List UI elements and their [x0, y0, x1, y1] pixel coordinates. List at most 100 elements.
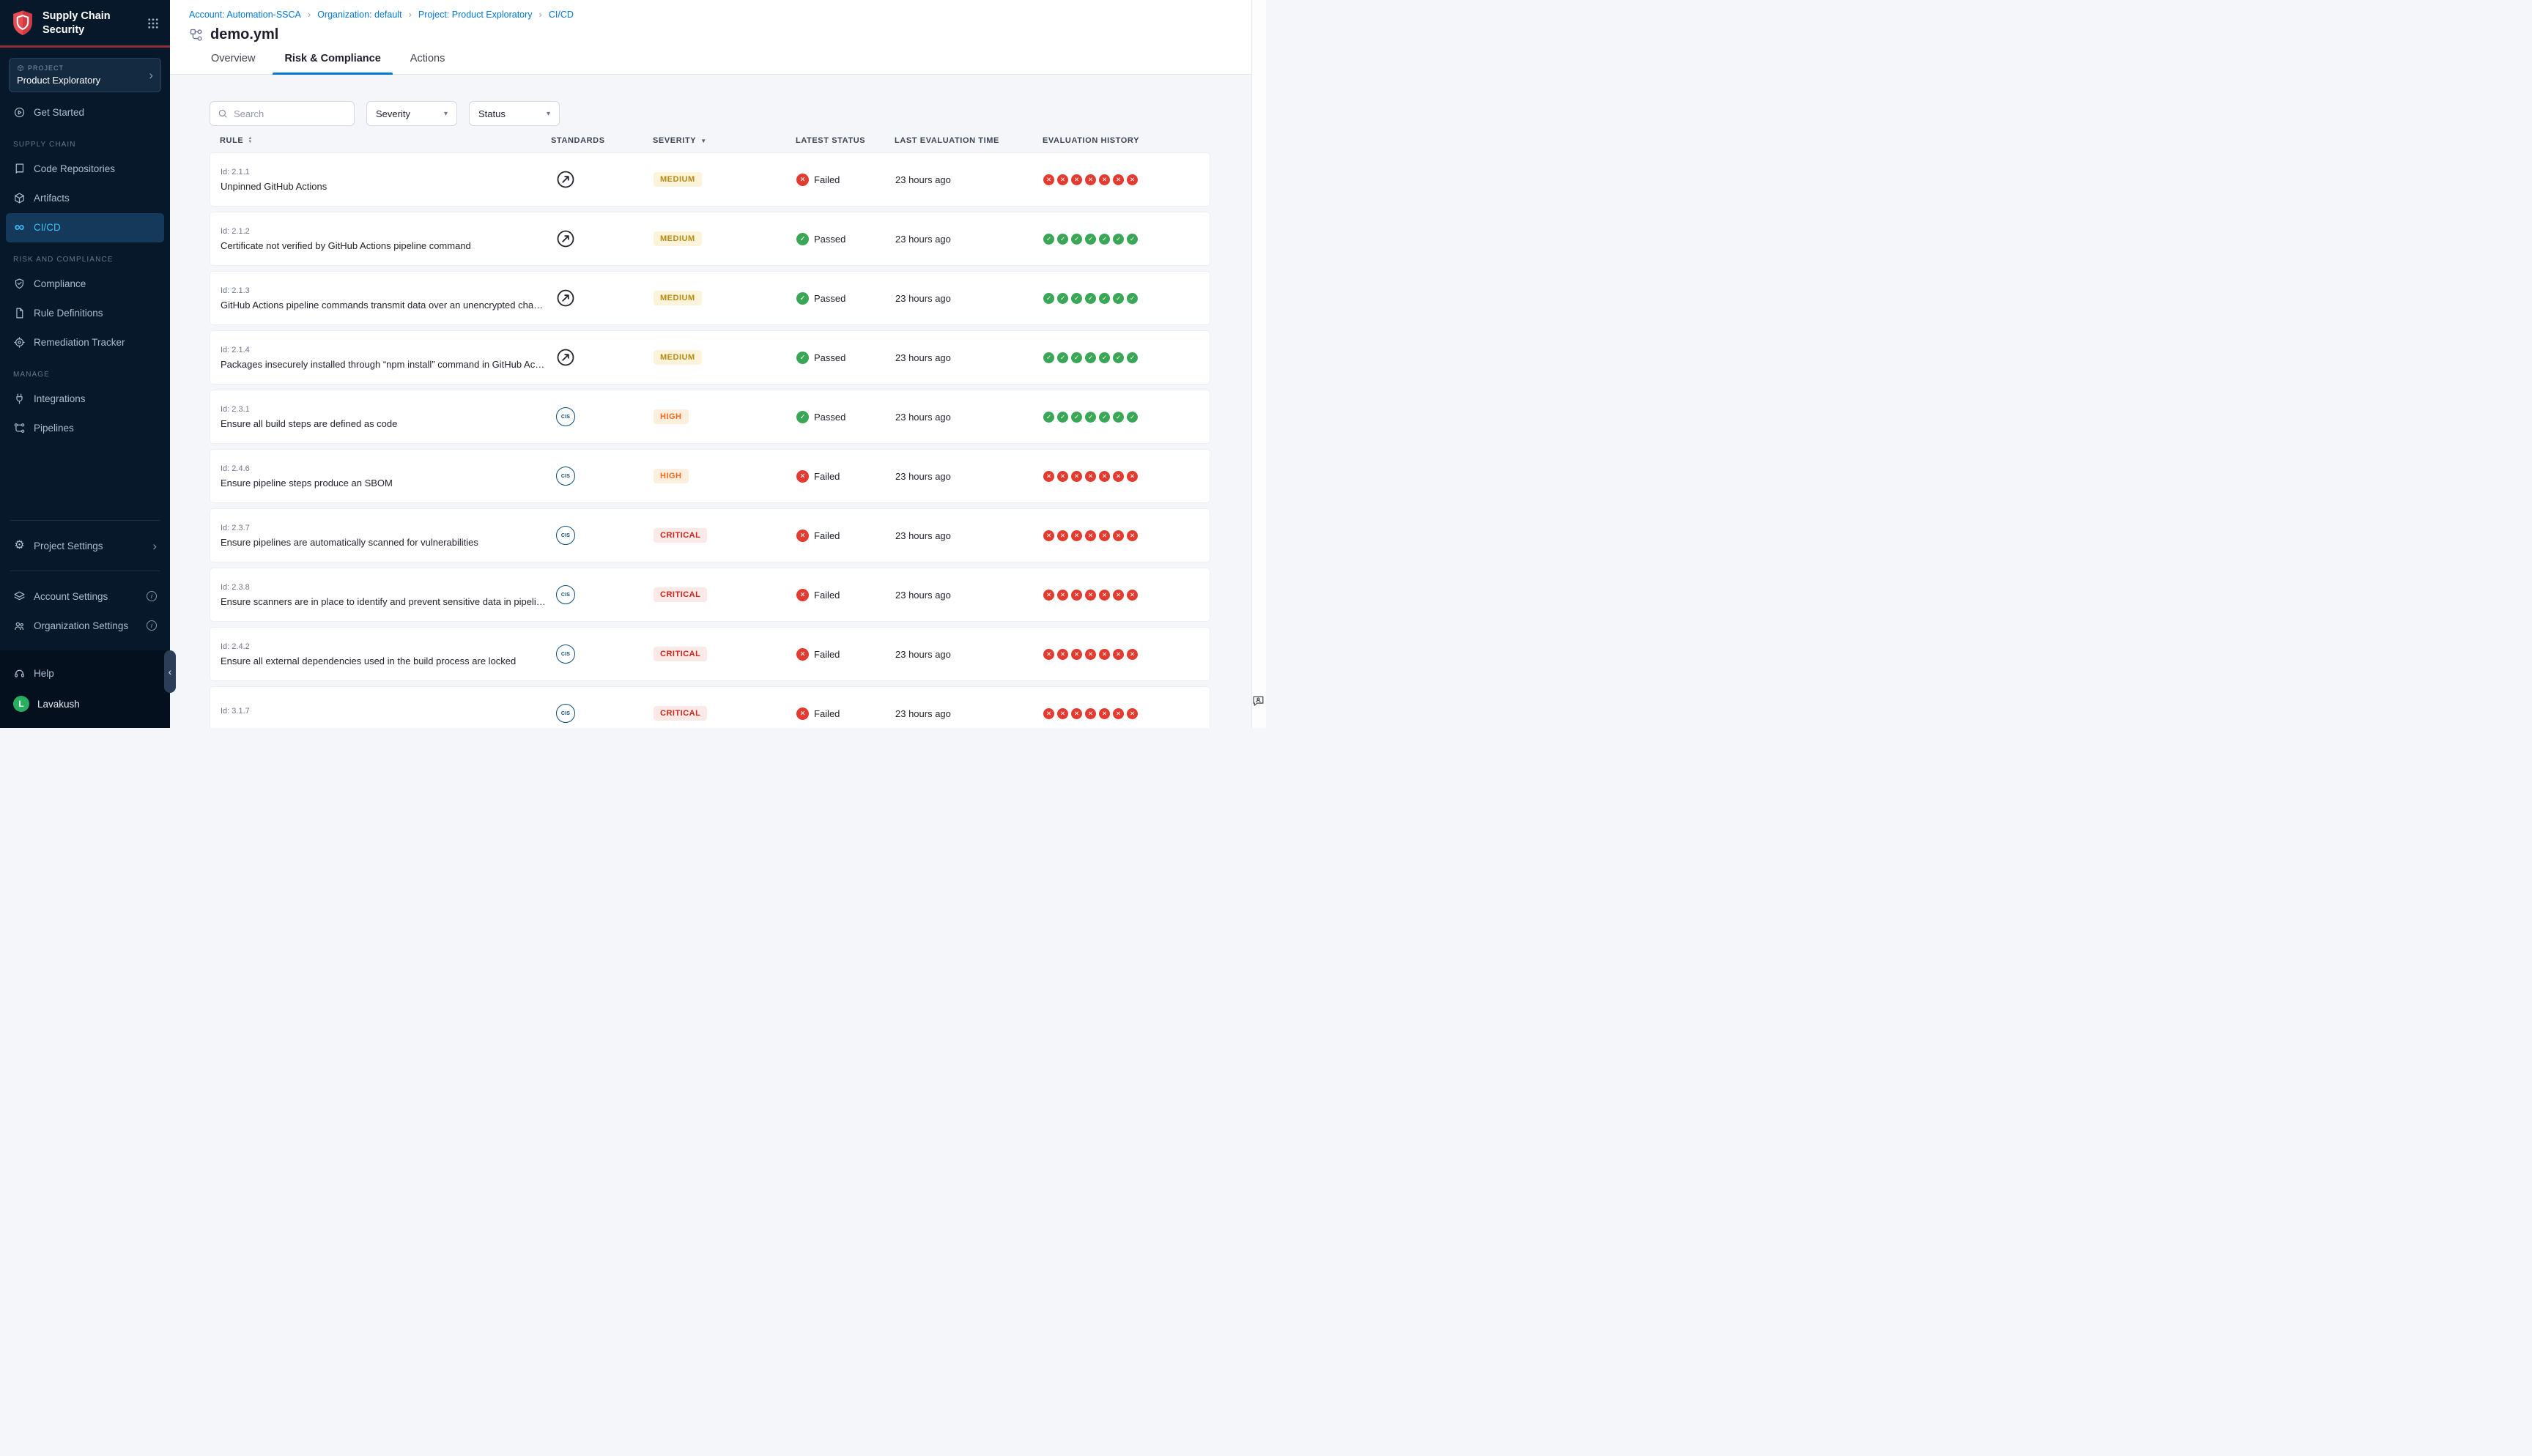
sidebar-item-compliance[interactable]: Compliance	[6, 270, 164, 299]
project-selector[interactable]: PROJECT Product Exploratory ›	[9, 58, 161, 92]
table-row[interactable]: Id: 2.3.7 Ensure pipelines are automatic…	[210, 508, 1210, 562]
passed-check-icon: ✓	[796, 233, 809, 245]
table-row[interactable]: Id: 2.4.2 Ensure all external dependenci…	[210, 627, 1210, 681]
tab-risk-and-compliance[interactable]: Risk & Compliance	[273, 53, 392, 74]
table-row[interactable]: Id: 2.1.2 Certificate not verified by Gi…	[210, 212, 1210, 266]
column-header-severity[interactable]: SEVERITY ▼	[653, 136, 796, 145]
history-fail-icon: ✕	[1085, 174, 1096, 185]
cicd-infinity-icon: ∞	[13, 221, 26, 234]
severity-cell: CRITICAL	[654, 587, 796, 602]
sidebar-item-get-started[interactable]: Get Started	[6, 98, 164, 127]
severity-badge: CRITICAL	[654, 528, 707, 543]
rule-id: Id: 2.1.2	[221, 227, 552, 236]
info-icon[interactable]: i	[147, 620, 157, 631]
sidebar-item-remediation-tracker[interactable]: Remediation Tracker	[6, 328, 164, 357]
sidebar-item-pipelines[interactable]: Pipelines	[6, 414, 164, 443]
sidebar-item-artifacts[interactable]: Artifacts	[6, 184, 164, 213]
history-fail-icon: ✕	[1043, 530, 1054, 541]
status-label: Failed	[814, 530, 840, 541]
history-fail-icon: ✕	[1085, 530, 1096, 541]
table-row[interactable]: Id: 2.1.3 GitHub Actions pipeline comman…	[210, 271, 1210, 325]
gear-icon: ⚙	[13, 540, 26, 552]
sidebar-item-project-settings[interactable]: ⚙ Project Settings ›	[6, 531, 164, 560]
history-fail-icon: ✕	[1071, 471, 1082, 482]
tab-actions[interactable]: Actions	[399, 53, 457, 74]
tab-overview[interactable]: Overview	[199, 53, 267, 74]
table-row[interactable]: Id: 2.3.1 Ensure all build steps are def…	[210, 390, 1210, 444]
history-fail-icon: ✕	[1085, 471, 1096, 482]
severity-cell: CRITICAL	[654, 647, 796, 661]
sidebar-item-account-settings[interactable]: Account Settings i	[6, 582, 164, 611]
column-header-latest-status[interactable]: LATEST STATUS	[796, 136, 895, 145]
standards-cell	[552, 348, 654, 367]
evaluation-history: ✓✓✓✓✓✓✓	[1043, 293, 1210, 304]
severity-cell: MEDIUM	[654, 350, 796, 365]
rule-cell: Id: 2.3.7 Ensure pipelines are automatic…	[210, 524, 552, 548]
sort-descending-icon[interactable]: ▼	[700, 138, 707, 144]
history-fail-icon: ✕	[1113, 471, 1124, 482]
rule-id: Id: 2.3.1	[221, 405, 552, 414]
sidebar-item-code-repositories[interactable]: Code Repositories	[6, 155, 164, 184]
table-row[interactable]: Id: 2.1.1 Unpinned GitHub Actions MEDIUM…	[210, 152, 1210, 207]
rule-name: GitHub Actions pipeline commands transmi…	[221, 300, 552, 311]
search-input[interactable]	[234, 108, 347, 119]
sidebar-item-rule-definitions[interactable]: Rule Definitions	[6, 299, 164, 328]
severity-cell: CRITICAL	[654, 706, 796, 721]
search-box[interactable]	[210, 101, 355, 126]
sidebar-item-label: Artifacts	[34, 193, 70, 204]
rule-name: Ensure pipelines are automatically scann…	[221, 537, 552, 548]
sidebar-footer: Help L Lavakush	[0, 650, 170, 728]
rule-id: Id: 3.1.7	[221, 707, 552, 716]
sidebar-item-help[interactable]: Help	[6, 658, 164, 688]
standards-cell: CIS	[552, 585, 654, 604]
module-switcher-icon[interactable]	[147, 17, 160, 30]
sidebar-collapse-handle[interactable]: ‹	[164, 650, 176, 693]
info-icon[interactable]: i	[147, 591, 157, 601]
column-header-last-evaluation-time[interactable]: LAST EVALUATION TIME	[895, 136, 1043, 145]
column-header-evaluation-history[interactable]: EVALUATION HISTORY	[1043, 136, 1210, 145]
column-header-standards[interactable]: STANDARDS	[551, 136, 653, 145]
sidebar-item-label: Integrations	[34, 393, 86, 404]
column-header-rule[interactable]: RULE ▲▼	[210, 136, 551, 145]
sidebar-item-cicd[interactable]: ∞ CI/CD	[6, 213, 164, 242]
history-fail-icon: ✕	[1043, 471, 1054, 482]
scrollbar-track[interactable]	[1251, 0, 1266, 728]
table-row[interactable]: Id: 3.1.7 CIS CRITICAL ✕ Failed 23 hours…	[210, 686, 1210, 728]
breadcrumb-organization[interactable]: Organization: default	[317, 10, 401, 20]
status-filter-dropdown[interactable]: Status ▾	[469, 101, 560, 126]
evaluation-history: ✕✕✕✕✕✕✕	[1043, 590, 1210, 601]
page-title: demo.yml	[210, 26, 278, 43]
latest-status-cell: ✕ Failed	[796, 589, 895, 601]
history-pass-icon: ✓	[1127, 352, 1138, 363]
latest-status-cell: ✕ Failed	[796, 530, 895, 542]
sidebar-item-organization-settings[interactable]: Organization Settings i	[6, 611, 164, 640]
history-fail-icon: ✕	[1113, 708, 1124, 719]
user-profile[interactable]: L Lavakush	[6, 688, 164, 719]
app-title: Supply Chain Security	[42, 10, 139, 37]
history-fail-icon: ✕	[1099, 174, 1110, 185]
rule-definitions-icon	[13, 307, 26, 319]
evaluation-history: ✕✕✕✕✕✕✕	[1043, 649, 1210, 660]
table-row[interactable]: Id: 2.4.6 Ensure pipeline steps produce …	[210, 449, 1210, 503]
table-row[interactable]: Id: 2.1.4 Packages insecurely installed …	[210, 330, 1210, 385]
breadcrumb-project[interactable]: Project: Product Exploratory	[418, 10, 533, 20]
rule-cell: Id: 2.3.1 Ensure all build steps are def…	[210, 405, 552, 429]
severity-filter-dropdown[interactable]: Severity ▾	[366, 101, 457, 126]
standards-cell: CIS	[552, 467, 654, 486]
sidebar-item-integrations[interactable]: Integrations	[6, 385, 164, 414]
section-heading-risk-and-compliance: RISK AND COMPLIANCE	[0, 242, 170, 270]
cis-standard-icon: CIS	[556, 407, 575, 426]
support-chat-icon[interactable]	[1251, 694, 1265, 707]
main-area: Account: Automation-SSCA › Organization:…	[170, 0, 1266, 728]
breadcrumb-account[interactable]: Account: Automation-SSCA	[189, 10, 301, 20]
sort-icon[interactable]: ▲▼	[248, 137, 253, 144]
last-evaluation-time: 23 hours ago	[895, 708, 1043, 719]
breadcrumb-cicd[interactable]: CI/CD	[549, 10, 574, 20]
table-body: Id: 2.1.1 Unpinned GitHub Actions MEDIUM…	[210, 152, 1210, 728]
history-fail-icon: ✕	[1057, 471, 1068, 482]
severity-badge: MEDIUM	[654, 291, 702, 305]
table-row[interactable]: Id: 2.3.8 Ensure scanners are in place t…	[210, 568, 1210, 622]
github-actions-standard-icon	[556, 170, 575, 189]
github-actions-standard-icon	[556, 289, 575, 308]
rule-id: Id: 2.3.7	[221, 524, 552, 532]
